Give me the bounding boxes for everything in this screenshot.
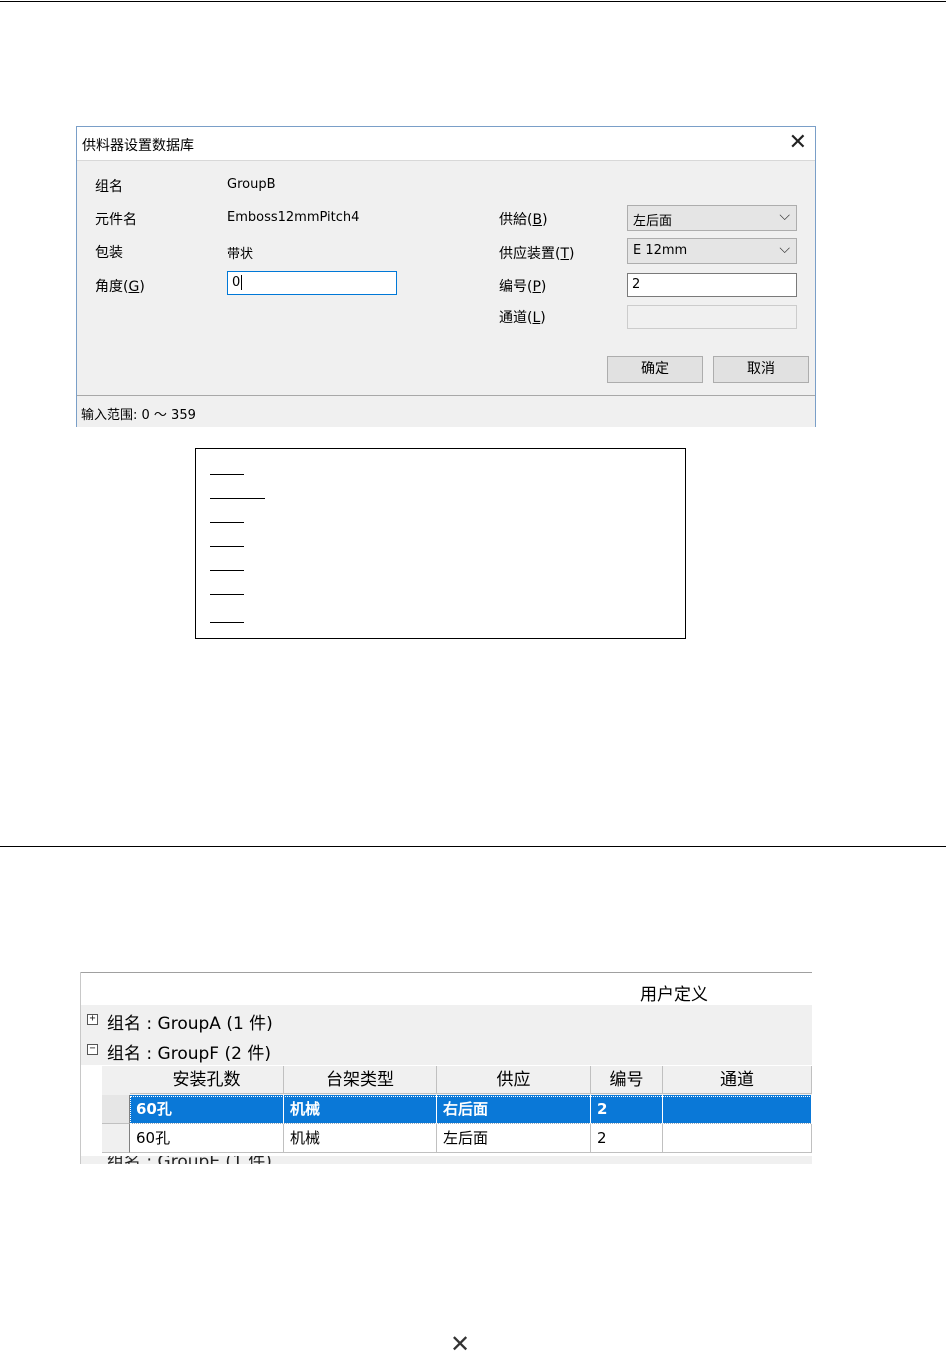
row-selector[interactable] — [102, 1124, 130, 1153]
angle-label: 角度(G) — [95, 279, 145, 295]
feeder-setting-dialog: 供料器设置数据库 ✕ 组名 GroupB 元件名 Emboss12mmPitch… — [76, 126, 816, 427]
group-value: GroupB — [227, 177, 276, 192]
column-header-holes[interactable]: 安装孔数 — [130, 1066, 284, 1094]
cell-number[interactable]: 2 — [591, 1095, 663, 1124]
supply-label: 供給(B) — [499, 212, 548, 228]
group-row-groupf[interactable]: − 组名 : GroupF (2 件) — [81, 1035, 812, 1066]
callout-line — [210, 522, 244, 523]
lane-label: 通道(L) — [499, 310, 546, 326]
collapse-icon[interactable]: − — [87, 1044, 98, 1055]
package-label: 包装 — [95, 245, 123, 261]
close-icon: ✕ — [450, 1330, 471, 1358]
feeder-label: 供应装置(T) — [499, 246, 575, 262]
cell-supply[interactable]: 右后面 — [437, 1095, 591, 1124]
status-bar: 输入范围: 0 ～ 359 — [77, 395, 815, 427]
cell-rack[interactable]: 机械 — [284, 1124, 437, 1153]
dialog-body: 组名 GroupB 元件名 Emboss12mmPitch4 包装 带状 角度(… — [77, 161, 815, 395]
part-value: Emboss12mmPitch4 — [227, 210, 360, 225]
expand-icon[interactable]: + — [87, 1014, 98, 1025]
callout-line — [210, 570, 244, 571]
user-defined-header: 用户定义 — [640, 985, 708, 1005]
callout-line — [210, 474, 244, 475]
callout-line — [210, 622, 244, 623]
angle-input[interactable]: 0 — [227, 271, 397, 295]
package-value: 带状 — [227, 247, 254, 262]
grid-top-border — [80, 972, 812, 973]
section-rule — [0, 846, 946, 847]
cancel-button[interactable]: 取消 — [713, 356, 809, 383]
dialog-title: 供料器设置数据库 — [82, 138, 194, 154]
table-row[interactable]: 60孔 机械 右后面 2 — [102, 1095, 812, 1124]
close-icon[interactable]: ✕ — [789, 131, 807, 155]
lane-input — [627, 305, 797, 329]
status-text: 输入范围: 0 ～ 359 — [81, 408, 196, 423]
table-row[interactable]: 60孔 机械 左后面 2 — [102, 1124, 812, 1153]
feeder-grid: 用户定义 + 组名 : GroupA (1 件) − 组名 : GroupF (… — [80, 972, 812, 1164]
grid-left-border — [80, 972, 81, 1164]
column-header-rack[interactable]: 台架类型 — [284, 1066, 437, 1094]
dialog-titlebar: 供料器设置数据库 ✕ — [77, 127, 815, 161]
group-row-label: 组名 : GroupE (1 件) — [107, 1156, 272, 1164]
cell-number[interactable]: 2 — [591, 1124, 663, 1153]
cell-lane[interactable] — [663, 1124, 812, 1153]
supply-select[interactable]: 左后面 ⌵ — [627, 205, 797, 231]
callout-box — [195, 448, 686, 639]
number-label: 编号(P) — [499, 279, 547, 295]
number-input[interactable]: 2 — [627, 273, 797, 297]
column-header-row: 安装孔数 台架类型 供应 编号 通道 — [102, 1066, 812, 1095]
row-selector[interactable] — [102, 1095, 130, 1124]
cell-lane[interactable] — [663, 1095, 812, 1124]
group-row-cut[interactable]: 组名 : GroupE (1 件) — [81, 1156, 812, 1164]
chevron-down-icon: ⌵ — [779, 208, 790, 224]
cell-holes[interactable]: 60孔 — [130, 1095, 284, 1124]
column-header-number[interactable]: 编号 — [591, 1066, 663, 1094]
chevron-down-icon: ⌵ — [779, 241, 790, 257]
callout-line — [210, 498, 265, 499]
group-row-groupa[interactable]: + 组名 : GroupA (1 件) — [81, 1005, 812, 1036]
cell-rack[interactable]: 机械 — [284, 1095, 437, 1124]
feeder-select[interactable]: E 12mm ⌵ — [627, 238, 797, 264]
cell-supply[interactable]: 左后面 — [437, 1124, 591, 1153]
group-label: 组名 — [95, 179, 123, 195]
callout-line — [210, 594, 244, 595]
group-row-label: 组名 : GroupF (2 件) — [107, 1044, 271, 1064]
part-label: 元件名 — [95, 212, 137, 228]
cell-holes[interactable]: 60孔 — [130, 1124, 284, 1153]
column-header-lane[interactable]: 通道 — [663, 1066, 812, 1094]
group-row-label: 组名 : GroupA (1 件) — [107, 1014, 273, 1034]
ok-button[interactable]: 确定 — [607, 356, 703, 383]
top-rule — [0, 1, 946, 2]
callout-line — [210, 546, 244, 547]
column-header-supply[interactable]: 供应 — [437, 1066, 591, 1094]
